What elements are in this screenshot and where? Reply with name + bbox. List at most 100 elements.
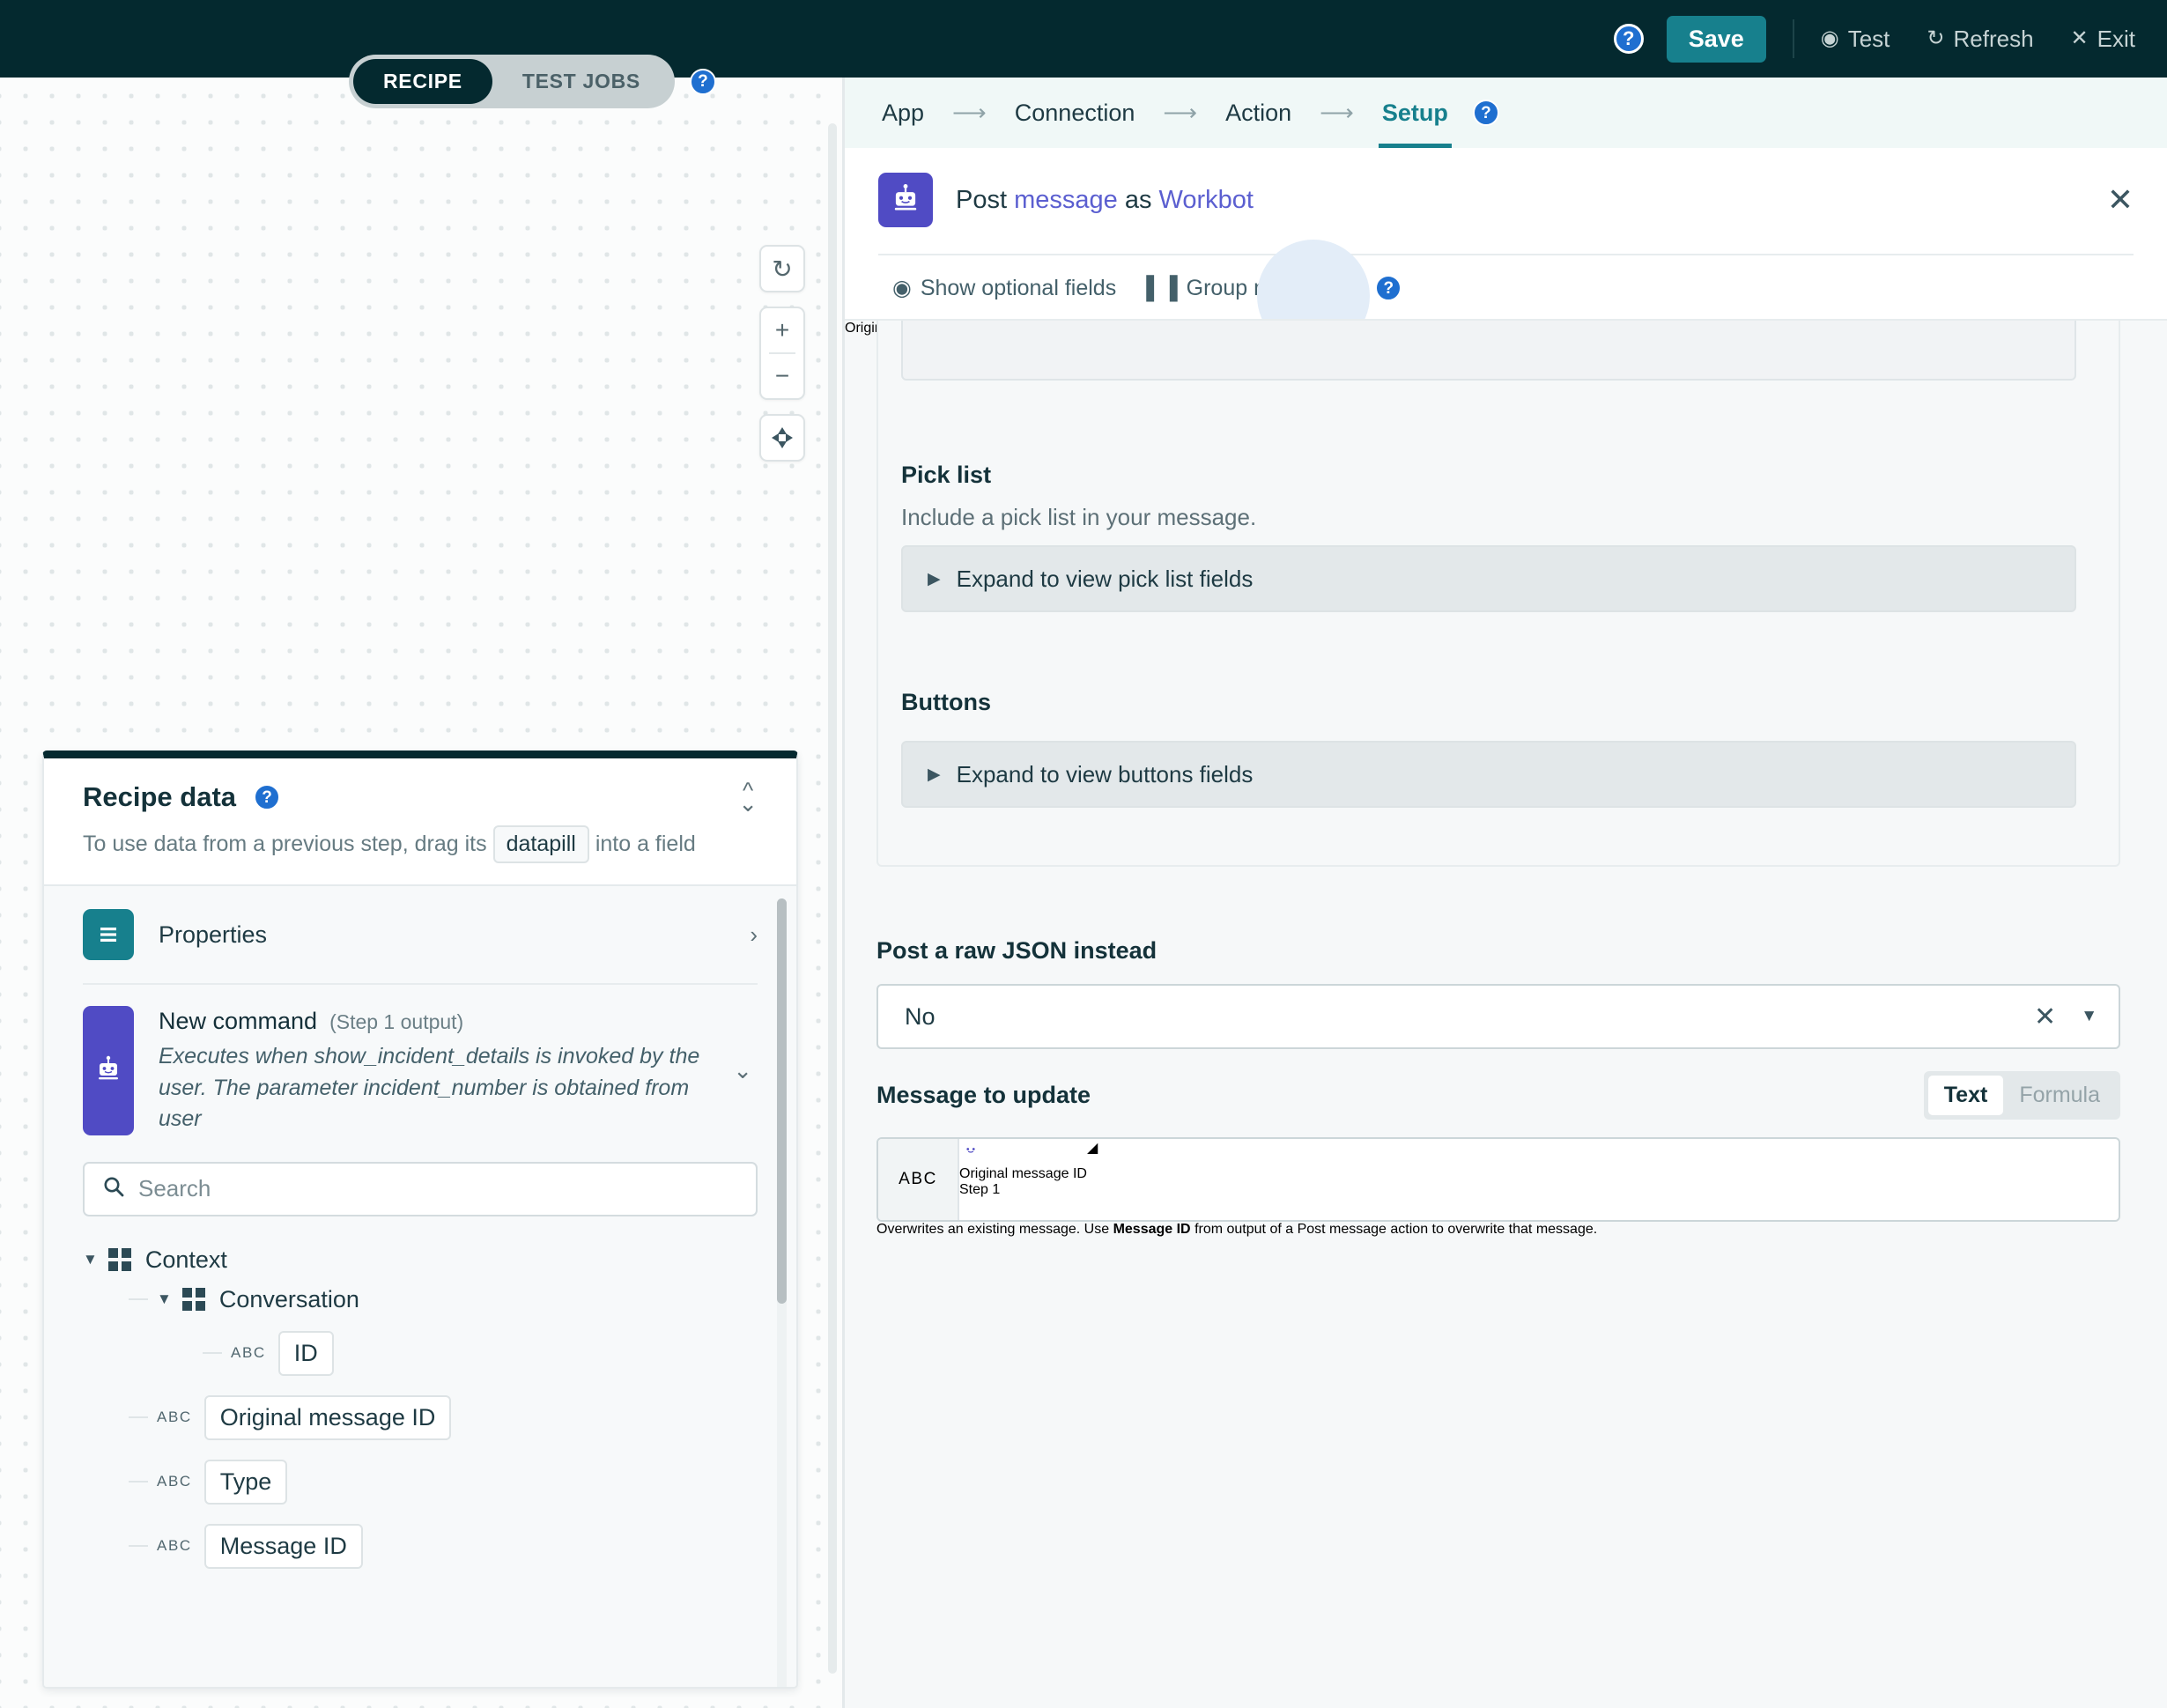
- message-to-update-help: Overwrites an existing message. Use Mess…: [876, 1222, 2120, 1238]
- breadcrumb-item-action[interactable]: Action: [1222, 100, 1295, 127]
- robot-icon: [83, 1006, 134, 1135]
- canvas-scrollbar[interactable]: [828, 123, 837, 1674]
- test-label: Test: [1848, 26, 1890, 53]
- tree-field-message-id[interactable]: ABC Message ID: [129, 1524, 796, 1569]
- datatype-label: ABC: [157, 1537, 192, 1555]
- breadcrumb: App ⟶ Connection ⟶ Action ⟶ Setup ?: [845, 78, 2167, 148]
- raw-json-select[interactable]: No ✕ ▼: [876, 984, 2120, 1049]
- help-circle-icon[interactable]: ?: [254, 784, 280, 810]
- title-object[interactable]: message: [1014, 186, 1118, 214]
- show-optional-fields-button[interactable]: ◉ Show optional fields: [892, 275, 1116, 301]
- save-button[interactable]: Save: [1667, 16, 1766, 63]
- datatype-label: ABC: [899, 1170, 937, 1189]
- play-circle-icon: ◉: [1821, 28, 1839, 49]
- datapill[interactable]: Original message ID: [204, 1395, 452, 1440]
- show-optional-fields-label: Show optional fields: [921, 276, 1116, 301]
- expand-pick-list-label: Expand to view pick list fields: [957, 566, 1254, 593]
- datapill[interactable]: ID: [278, 1331, 334, 1376]
- tree-group-context[interactable]: ▼ Context: [83, 1246, 796, 1274]
- panel-collapse-toggle[interactable]: ^ ⌄: [738, 781, 758, 813]
- message-to-update-label: Message to update: [876, 1082, 1091, 1109]
- command-description: Executes when show_incident_details is i…: [159, 1041, 703, 1135]
- tree-field-type[interactable]: ABC Type: [129, 1460, 796, 1505]
- help-circle-icon[interactable]: ?: [1614, 24, 1644, 54]
- title-prefix: Post: [956, 186, 1007, 214]
- step-header: Post message as Workbot ✕ ◉ Show optiona…: [845, 148, 2167, 319]
- recipe-data-panel: Recipe data ? ^ ⌄ To use data from a pre…: [42, 750, 798, 1689]
- hint-text-before: To use data from a previous step, drag i…: [83, 832, 487, 857]
- tab-recipe[interactable]: RECIPE: [353, 59, 492, 104]
- chevron-down-icon[interactable]: ⌄: [728, 1006, 758, 1135]
- toggle-option-text[interactable]: Text: [1928, 1076, 2004, 1115]
- close-icon[interactable]: ✕: [2107, 184, 2134, 216]
- breadcrumb-item-app[interactable]: App: [878, 100, 928, 127]
- breadcrumb-item-setup[interactable]: Setup: [1379, 100, 1452, 127]
- exit-label: Exit: [2097, 26, 2135, 53]
- tree-connector: [129, 1545, 148, 1547]
- recipe-data-scrollbar[interactable]: [777, 898, 787, 1304]
- help-circle-icon[interactable]: ?: [690, 69, 716, 95]
- undo-icon: ↻: [759, 247, 805, 291]
- datatype-indicator: ABC: [878, 1139, 959, 1220]
- optional-fields-group: Pick list Include a pick list in your me…: [876, 319, 2120, 867]
- tree-group-conversation[interactable]: ▼ Conversation: [129, 1286, 796, 1313]
- exit-button[interactable]: ✕ Exit: [2071, 26, 2135, 53]
- expand-pick-list-button[interactable]: ▶ Expand to view pick list fields: [901, 545, 2076, 612]
- recipe-data-header: Recipe data ? ^ ⌄ To use data from a pre…: [44, 758, 796, 884]
- datapill-original-message-id[interactable]: Original message ID Step 1: [959, 1139, 1087, 1198]
- chevron-right-icon: ›: [750, 921, 758, 949]
- expand-buttons-button[interactable]: ▶ Expand to view buttons fields: [901, 741, 2076, 808]
- robot-icon: [959, 1139, 1087, 1166]
- pick-list-title: Pick list: [901, 462, 2076, 489]
- breadcrumb-item-connection[interactable]: Connection: [1011, 100, 1139, 127]
- toggle-option-formula[interactable]: Formula: [2003, 1076, 2116, 1115]
- resize-grip-icon[interactable]: ◢: [1087, 1139, 1098, 1220]
- minus-icon[interactable]: −: [759, 354, 805, 398]
- step-form: Pick list Include a pick list in your me…: [845, 319, 2167, 1708]
- recipe-data-tree: ▼ Context ▼ Conversation ABC ID: [44, 1246, 796, 1569]
- datapill-step: Step 1: [959, 1182, 1087, 1198]
- tree-connector: [129, 1416, 148, 1418]
- expand-buttons-label: Expand to view buttons fields: [957, 761, 1254, 788]
- datapill[interactable]: Message ID: [204, 1524, 363, 1569]
- help-circle-icon[interactable]: ?: [1473, 100, 1499, 126]
- title-middle: as: [1125, 186, 1152, 214]
- raw-json-value: No: [905, 1003, 936, 1031]
- tree-label: Conversation: [219, 1286, 359, 1313]
- command-step: (Step 1 output): [329, 1010, 463, 1034]
- grid-icon: [182, 1288, 205, 1311]
- triangle-right-icon: ▶: [928, 765, 941, 785]
- eye-icon: ◉: [892, 275, 912, 301]
- test-button[interactable]: ◉ Test: [1821, 26, 1890, 53]
- tree-field-id[interactable]: ABC ID: [203, 1331, 796, 1376]
- recipe-data-item-properties[interactable]: Properties ›: [83, 909, 758, 985]
- tree-connector: [129, 1481, 148, 1482]
- refresh-icon: ↻: [1927, 28, 1944, 49]
- tab-test-jobs[interactable]: TEST JOBS: [492, 59, 670, 104]
- refresh-button[interactable]: ↻ Refresh: [1927, 26, 2033, 53]
- close-icon: ✕: [2071, 28, 2089, 49]
- recipe-data-item-new-command[interactable]: New command (Step 1 output) Executes whe…: [83, 1006, 758, 1135]
- datatype-label: ABC: [157, 1409, 192, 1426]
- toolbar-divider: [1793, 19, 1794, 58]
- close-icon[interactable]: ✕: [2034, 1002, 2056, 1032]
- chevron-down-icon: ⌄: [738, 795, 758, 813]
- chevron-down-icon[interactable]: ▼: [2081, 1007, 2097, 1026]
- step-header-links: ◉ Show optional fields ▌▐ Group map data…: [878, 255, 2134, 319]
- message-to-update-input[interactable]: ABC: [876, 1137, 2120, 1222]
- canvas-reset-button[interactable]: ↻: [759, 245, 805, 292]
- caret-down-icon: ▼: [157, 1290, 172, 1308]
- plus-icon[interactable]: +: [759, 308, 805, 352]
- pan-arrows-icon: [759, 416, 805, 460]
- tree-field-original-message-id[interactable]: ABC Original message ID: [129, 1395, 796, 1440]
- help-text-before: Overwrites an existing message. Use: [876, 1222, 1109, 1237]
- mode-toggle: RECIPE TEST JOBS ?: [349, 55, 716, 108]
- help-circle-icon[interactable]: ?: [1375, 275, 1402, 301]
- columns-icon: ▌▐: [1146, 276, 1177, 301]
- search-input[interactable]: Search: [83, 1162, 758, 1216]
- title-target[interactable]: Workbot: [1159, 186, 1254, 214]
- datapill[interactable]: Type: [204, 1460, 288, 1505]
- tree-connector: [203, 1352, 222, 1354]
- canvas-fit-button[interactable]: [759, 414, 805, 462]
- datapill-name: Original message ID: [959, 1166, 1087, 1182]
